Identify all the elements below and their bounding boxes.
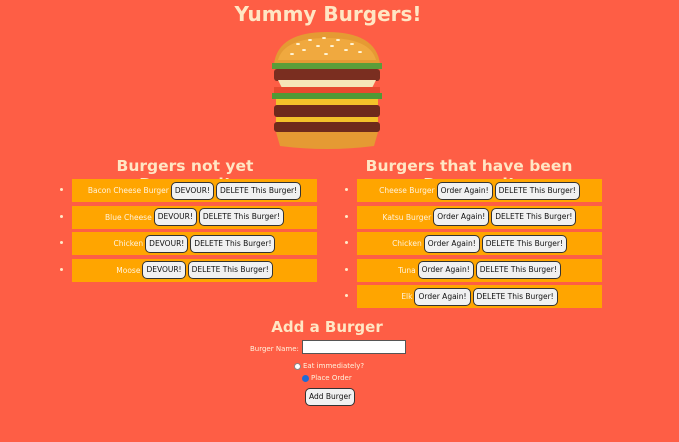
place-order-radio[interactable] — [302, 374, 309, 382]
eat-immediately-option[interactable]: Eat immediately? — [294, 362, 364, 370]
devour-button[interactable]: DEVOUR! — [153, 208, 197, 226]
place-order-option[interactable]: Place Order — [302, 374, 352, 382]
bullet-icon — [60, 267, 63, 271]
burger-name-input[interactable] — [302, 340, 406, 354]
add-burger-heading: Add a Burger — [271, 318, 383, 336]
devoured-list: Cheese Burger Order Again! DELETE This B… — [345, 179, 602, 312]
add-burger-button[interactable]: Add Burger — [305, 388, 356, 406]
delete-button[interactable]: DELETE This Burger! — [475, 261, 561, 279]
bullet-icon — [345, 214, 348, 218]
list-item: Cheese Burger Order Again! DELETE This B… — [345, 179, 602, 202]
burger-name: Chicken — [392, 239, 422, 248]
order-again-button[interactable]: Order Again! — [423, 234, 480, 253]
list-item: Elk Order Again! DELETE This Burger! — [345, 285, 602, 308]
burger-name: Bacon Cheese Burger — [87, 186, 169, 195]
eat-immediately-label: Eat immediately? — [303, 362, 365, 370]
devour-button[interactable]: DEVOUR! — [145, 234, 189, 253]
bullet-icon — [345, 188, 348, 191]
order-again-button[interactable]: Order Again! — [414, 287, 471, 306]
delete-button[interactable]: DELETE This Burger! — [198, 208, 285, 226]
bullet-icon — [60, 188, 63, 191]
delete-button[interactable]: DELETE This Burger! — [215, 181, 302, 200]
burger-name: Tuna — [398, 265, 416, 275]
list-item: Katsu Burger Order Again! DELETE This Bu… — [345, 205, 602, 229]
delete-button[interactable]: DELETE This Burger! — [187, 261, 273, 279]
devour-button[interactable]: DEVOUR! — [142, 261, 186, 279]
bullet-icon — [60, 214, 63, 218]
burger-name: Elk — [401, 292, 413, 301]
burger-name: Chicken — [113, 239, 144, 248]
delete-button[interactable]: DELETE This Burger! — [491, 208, 577, 226]
bullet-icon — [345, 241, 348, 244]
burger-name: Blue Cheese — [104, 212, 152, 222]
list-item: Bacon Cheese Burger DEVOUR! DELETE This … — [60, 179, 317, 202]
page-title: Yummy Burgers! — [234, 2, 422, 26]
bullet-icon — [345, 267, 348, 271]
delete-button[interactable]: DELETE This Burger! — [472, 287, 558, 306]
order-again-button[interactable]: Order Again! — [436, 181, 493, 200]
devour-button[interactable]: DEVOUR! — [170, 181, 214, 200]
delete-button[interactable]: DELETE This Burger! — [494, 181, 580, 200]
order-again-button[interactable]: Order Again! — [417, 261, 474, 279]
not-devoured-list: Bacon Cheese Burger DEVOUR! DELETE This … — [60, 179, 317, 285]
list-item: Chicken Order Again! DELETE This Burger! — [345, 232, 602, 255]
delete-button[interactable]: DELETE This Burger! — [481, 234, 567, 253]
burger-illustration — [272, 32, 382, 149]
eat-immediately-radio[interactable] — [294, 362, 301, 370]
list-item: Blue Cheese DEVOUR! DELETE This Burger! — [60, 205, 317, 229]
bullet-icon — [345, 294, 348, 297]
delete-button[interactable]: DELETE This Burger! — [190, 234, 276, 253]
place-order-label: Place Order — [311, 374, 352, 382]
order-again-button[interactable]: Order Again! — [433, 208, 490, 226]
list-item: Tuna Order Again! DELETE This Burger! — [345, 258, 602, 282]
burger-name: Moose — [116, 265, 141, 275]
list-item: Moose DEVOUR! DELETE This Burger! — [60, 258, 317, 282]
burger-name: Katsu Burger — [382, 212, 432, 222]
list-item: Chicken DEVOUR! DELETE This Burger! — [60, 232, 317, 255]
bullet-icon — [60, 241, 63, 244]
burger-name-label: Burger Name: — [250, 345, 299, 353]
burger-name: Cheese Burger — [379, 186, 435, 195]
